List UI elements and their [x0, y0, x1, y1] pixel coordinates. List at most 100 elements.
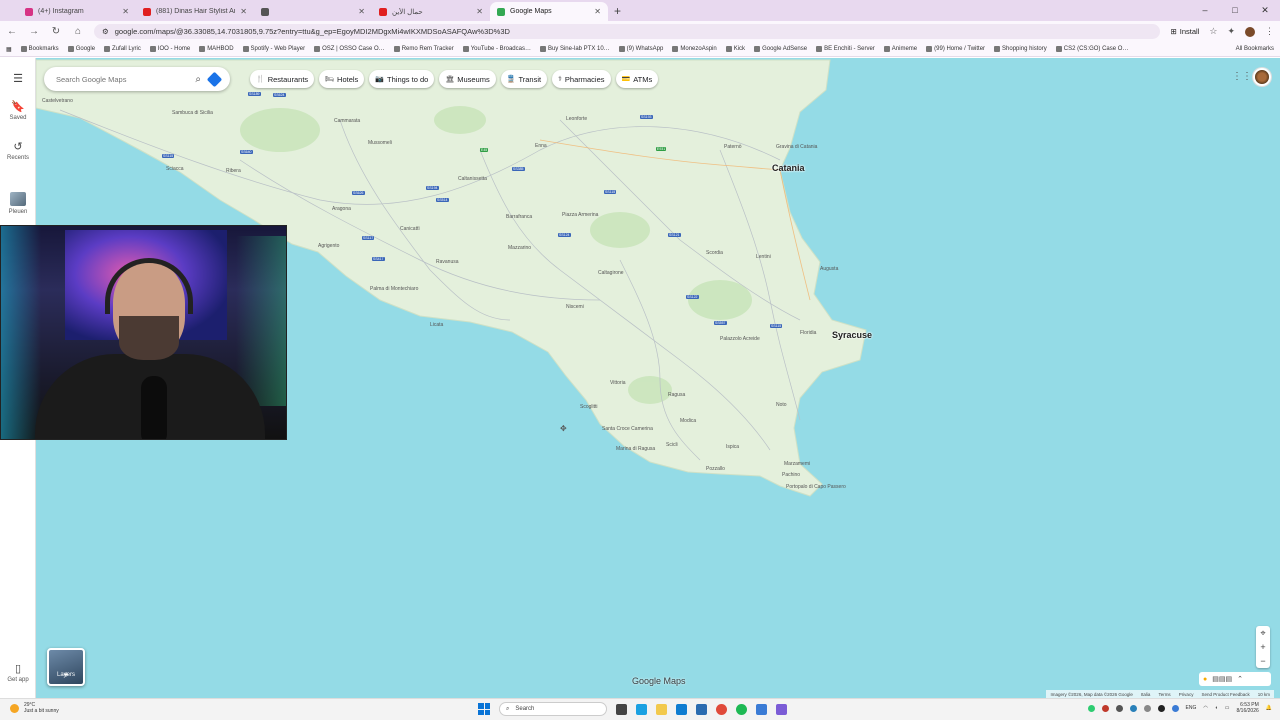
town-label[interactable]: Agrigento — [318, 243, 339, 249]
tab-close-icon[interactable]: ✕ — [122, 7, 129, 16]
get-app-button[interactable]: ▯ Get app — [0, 662, 36, 683]
tray-icon[interactable] — [1115, 704, 1123, 712]
town-label[interactable]: Ravanusa — [436, 259, 459, 265]
attribution-link[interactable]: Terms — [1158, 692, 1170, 697]
attribution-link[interactable]: 10 km — [1258, 692, 1270, 697]
bookmark-item[interactable]: YouTube - Broadcas… — [462, 46, 531, 52]
edge-icon[interactable] — [676, 703, 687, 715]
tray-icon[interactable] — [1101, 704, 1109, 712]
bookmark-item[interactable]: Zufall Lyric — [104, 46, 141, 52]
town-label[interactable]: Enna — [535, 143, 547, 149]
imagery-thumbnails-icon[interactable]: ▤▤▤ — [1212, 675, 1232, 683]
browser-tab[interactable]: ✕ — [254, 2, 372, 21]
widgets-icon[interactable] — [636, 703, 647, 715]
category-chip[interactable]: 🍴 Restaurants — [250, 70, 315, 88]
town-label[interactable]: Santa Croce Camerina — [602, 426, 653, 432]
battery-icon[interactable]: ▭ — [1225, 705, 1230, 711]
extensions-icon[interactable]: ✦ — [1227, 26, 1235, 37]
browser-tab[interactable]: حمال الأين ✕ — [372, 2, 490, 21]
discord-icon[interactable] — [776, 703, 787, 715]
expand-icon[interactable]: ⌃ — [1237, 675, 1243, 683]
tab-close-icon[interactable]: ✕ — [476, 7, 483, 16]
town-label[interactable]: Scordia — [706, 250, 723, 256]
taskbar-search[interactable]: ⌕ Search — [499, 702, 607, 716]
town-label[interactable]: Cammarata — [334, 118, 360, 124]
install-app-button[interactable]: ⊞ Install — [1170, 27, 1199, 36]
town-label[interactable]: Vittoria — [610, 380, 625, 386]
town-label[interactable]: Mazzarino — [508, 245, 531, 251]
tab-close-icon[interactable]: ✕ — [358, 7, 365, 16]
bookmark-star-icon[interactable]: ☆ — [1209, 26, 1217, 37]
menu-button[interactable]: ☰ — [0, 72, 36, 87]
browser-tab[interactable]: (881) Dinas Hair Stylist And Ari… ✕ — [136, 2, 254, 21]
town-label[interactable]: Palma di Montechiaro — [370, 286, 418, 292]
reload-icon[interactable]: ↻ — [50, 26, 62, 37]
app-icon[interactable] — [756, 703, 767, 715]
bookmark-item[interactable]: OSZ | OSSO Case O… — [314, 46, 385, 52]
town-label[interactable]: Scoglitti — [580, 404, 598, 410]
bookmark-item[interactable]: Google — [67, 46, 95, 52]
close-window-button[interactable]: ✕ — [1250, 0, 1280, 21]
weather-widget[interactable]: 29°C Just a bit sunny — [10, 702, 59, 714]
town-label[interactable]: Floridia — [800, 330, 816, 336]
tray-icon[interactable] — [1143, 704, 1151, 712]
new-tab-button[interactable]: + — [614, 4, 621, 18]
town-label[interactable]: Ispica — [726, 444, 739, 450]
notifications-icon[interactable]: 🔔 — [1266, 705, 1272, 711]
minimize-button[interactable]: – — [1190, 0, 1220, 21]
tray-icon[interactable] — [1157, 704, 1165, 712]
bookmark-item[interactable]: Kick — [725, 46, 745, 52]
menu-dots-icon[interactable]: ⋮ — [1265, 26, 1274, 37]
town-label[interactable]: Augusta — [820, 266, 838, 272]
bookmark-item[interactable]: CS2 (CS:GO) Case O… — [1055, 46, 1128, 52]
bookmark-item[interactable]: Google AdSense — [754, 46, 807, 52]
address-bar[interactable]: ⚙ google.com/maps/@36.33085,14.7031805,9… — [94, 24, 1161, 39]
home-icon[interactable]: ⌂ — [72, 26, 84, 37]
file-explorer-icon[interactable] — [656, 703, 667, 715]
language-indicator[interactable]: ENG — [1186, 705, 1197, 711]
apps-icon[interactable]: ▦ — [6, 46, 12, 53]
town-label[interactable]: Canicattì — [400, 226, 420, 232]
search-icon[interactable]: ⌕ — [195, 74, 201, 85]
windows-start-icon[interactable] — [478, 703, 490, 715]
bookmark-item[interactable]: BE Enchiti - Server — [816, 46, 875, 52]
tray-icon[interactable] — [1129, 704, 1137, 712]
forward-icon[interactable]: → — [28, 26, 40, 37]
street-view-strip[interactable]: ● ▤▤▤ ⌃ — [1199, 672, 1271, 686]
attribution-link[interactable]: Imagery ©2026, Map data ©2026 Google — [1050, 692, 1132, 697]
bookmark-item[interactable]: (99) Home / Twitter — [926, 46, 985, 52]
bookmark-item[interactable]: Shopping history — [994, 46, 1047, 52]
town-label[interactable]: Ragusa — [668, 392, 685, 398]
clock[interactable]: 6:53 PM 8/16/2026 — [1237, 702, 1259, 714]
town-label[interactable]: Marzamemi — [784, 461, 810, 467]
saved-button[interactable]: 🔖 Saved — [0, 100, 36, 121]
city-label[interactable]: Syracuse — [832, 330, 872, 340]
zoom-out-button[interactable]: − — [1256, 654, 1270, 668]
bookmark-item[interactable]: Buy Sine-lab PTX 10… — [539, 46, 610, 52]
town-label[interactable]: Caltanissetta — [458, 176, 487, 182]
bookmark-item[interactable]: (9) WhatsApp — [618, 46, 663, 52]
town-label[interactable]: Mussomeli — [368, 140, 392, 146]
all-bookmarks-button[interactable]: All Bookmarks — [1227, 42, 1274, 56]
tray-icon[interactable] — [1087, 704, 1095, 712]
town-label[interactable]: Aragona — [332, 206, 351, 212]
town-label[interactable]: Castelvetrano — [42, 98, 73, 104]
town-label[interactable]: Scicli — [666, 442, 678, 448]
town-label[interactable]: Caltagirone — [598, 270, 624, 276]
tab-close-icon[interactable]: ✕ — [594, 7, 601, 16]
town-label[interactable]: Noto — [776, 402, 787, 408]
town-label[interactable]: Barrafranca — [506, 214, 532, 220]
back-icon[interactable]: ← — [6, 26, 18, 37]
town-label[interactable]: Modica — [680, 418, 696, 424]
chrome-icon[interactable] — [716, 703, 727, 715]
city-label[interactable]: Catania — [772, 163, 805, 173]
town-label[interactable]: Ribera — [226, 168, 241, 174]
bookmark-item[interactable]: MonezoAspin — [672, 46, 717, 52]
category-chip[interactable]: 💳 ATMs — [615, 70, 659, 88]
town-label[interactable]: Marina di Ragusa — [616, 446, 655, 452]
town-label[interactable]: Gravina di Catania — [776, 144, 817, 150]
town-label[interactable]: Paternò — [724, 144, 742, 150]
browser-tab[interactable]: Google Maps ✕ — [490, 2, 608, 21]
maximize-button[interactable]: □ — [1220, 0, 1250, 21]
pegman-icon[interactable]: ● — [1203, 676, 1207, 683]
